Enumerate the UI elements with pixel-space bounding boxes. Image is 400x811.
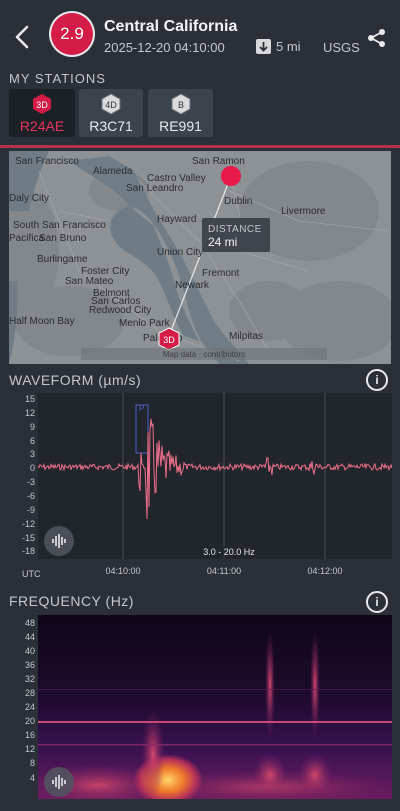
place-label: Daly City	[9, 193, 49, 204]
station-tab-re991[interactable]: B RE991	[148, 89, 213, 137]
magnitude-value: 2.9	[60, 24, 84, 43]
back-arrow-icon[interactable]	[12, 24, 34, 50]
place-label: Newark	[175, 280, 210, 291]
waveform-x-tick: 04:10:00	[105, 566, 141, 576]
waveform-chart: P 3.0 - 20.0 Hz	[37, 393, 393, 559]
frequency-y-tick: 36	[24, 660, 35, 670]
frequency-y-tick: 48	[24, 618, 35, 628]
place-label: Burlingame	[37, 254, 88, 265]
share-icon[interactable]	[367, 28, 387, 48]
place-label: Menlo Park	[119, 318, 171, 329]
place-label: Castro Valley	[147, 173, 206, 184]
waveform-y-tick: 15	[24, 394, 35, 404]
waveform-y-tick: -3	[26, 477, 35, 487]
depth-info: 5 mi	[256, 39, 301, 54]
frequency-y-tick: 16	[24, 730, 35, 740]
spectrogram-chart	[28, 615, 398, 807]
spectrogram-band	[38, 721, 392, 723]
place-label: Hayward	[157, 214, 196, 225]
spectrogram-band	[38, 744, 392, 746]
waveform-gridlines	[122, 393, 326, 559]
place-label: San Francisco	[15, 156, 79, 167]
place-label: Alameda	[93, 166, 133, 177]
place-label: Fremont	[202, 268, 239, 279]
depth-value: 5 mi	[276, 39, 301, 54]
map-attribution: Map data · contributors	[163, 350, 245, 359]
station-marker[interactable]: 3D	[158, 327, 180, 351]
epicenter-marker[interactable]	[221, 166, 241, 186]
waveform-trace	[37, 418, 393, 520]
frequency-y-tick: 12	[24, 744, 35, 754]
header: 2.9 Central California 2025-12-20 04:10:…	[0, 0, 400, 68]
place-label: Dublin	[224, 196, 252, 207]
frequency-y-tick: 4	[29, 773, 35, 783]
distance-label: DISTANCE	[208, 224, 262, 235]
waveform-y-tick: -6	[26, 491, 35, 501]
waveform-info-icon[interactable]: i	[366, 369, 388, 391]
station-tabs: 3D R24AE 4D R3C71 B RE991	[0, 89, 400, 148]
place-label: Livermore	[281, 206, 326, 217]
place-label: Redwood City	[89, 305, 151, 316]
station-code: R3C71	[89, 118, 133, 134]
frequency-y-tick: 28	[24, 688, 35, 698]
waveform-y-tick: 9	[29, 422, 35, 432]
waveform-y-tick: 12	[24, 408, 35, 418]
place-label: San Mateo	[65, 276, 114, 287]
station-code: R24AE	[19, 118, 65, 134]
source-label: USGS	[323, 40, 360, 55]
station-hexagon-icon: B	[171, 93, 190, 115]
waveform-y-tick: -9	[26, 505, 35, 515]
station-marker-badge: 3D	[163, 335, 175, 345]
place-label: Milpitas	[229, 331, 263, 342]
frequency-title: FREQUENCY (Hz)	[9, 593, 134, 609]
magnitude-badge: 2.9	[51, 13, 93, 55]
waveform-x-tick: 04:12:00	[307, 566, 343, 576]
place-label: San Leandro	[126, 183, 184, 194]
station-badge-b: B	[177, 100, 183, 110]
spectrogram-band	[38, 689, 392, 690]
frequency-info-icon[interactable]: i	[366, 591, 388, 613]
station-badge-3d: 3D	[36, 100, 48, 110]
waveform-y-tick: -15	[21, 533, 35, 543]
map-canvas: San Francisco Alameda San Ramon San Lean…	[9, 151, 391, 364]
frequency-y-tick: 20	[24, 716, 35, 726]
frequency-y-tick: 44	[24, 632, 35, 642]
waveform-y-tick: 3	[29, 449, 35, 459]
station-code: RE991	[159, 118, 202, 134]
station-hexagon-icon: 3D	[33, 94, 51, 114]
station-badge-4d: 4D	[105, 100, 117, 110]
distance-value: 24 mi	[208, 235, 237, 249]
filter-label: 3.0 - 20.0 Hz	[203, 547, 255, 557]
spectrogram-plot[interactable]	[28, 615, 398, 807]
frequency-y-tick: 8	[29, 758, 35, 768]
station-tab-r3c71[interactable]: 4D R3C71	[79, 89, 143, 137]
event-datetime: 2025-12-20 04:10:00	[104, 40, 225, 55]
station-hexagon-icon: 4D	[101, 93, 121, 115]
place-label: South San Francisco	[13, 220, 106, 231]
waveform-y-tick: -18	[21, 546, 35, 556]
station-tab-r24ae[interactable]: 3D R24AE	[9, 89, 75, 137]
place-label: San Bruno	[39, 233, 87, 244]
frequency-y-tick: 24	[24, 702, 35, 712]
frequency-y-tick: 32	[24, 674, 35, 684]
utc-label: UTC	[22, 569, 41, 579]
depth-arrow-icon	[256, 39, 271, 54]
p-wave-marker-label: P	[139, 404, 144, 413]
place-label: San Ramon	[192, 156, 245, 167]
event-title: Central California	[104, 18, 238, 35]
frequency-y-tick: 40	[24, 646, 35, 656]
map-view[interactable]: San Francisco Alameda San Ramon San Lean…	[9, 151, 391, 364]
my-stations-label: MY STATIONS	[9, 71, 106, 86]
place-label: Union City	[157, 247, 203, 258]
waveform-plot[interactable]: P 3.0 - 20.0 Hz	[37, 393, 393, 559]
waveform-x-tick: 04:11:00	[206, 566, 242, 576]
waveform-title: WAVEFORM (µm/s)	[9, 372, 142, 388]
waveform-y-tick: -12	[21, 519, 35, 529]
place-label: Half Moon Bay	[9, 316, 75, 327]
waveform-y-tick: 6	[29, 436, 35, 446]
waveform-y-tick: 0	[29, 463, 35, 473]
spectrogram-audio-icon[interactable]	[44, 767, 74, 797]
waveform-audio-icon[interactable]	[44, 526, 74, 556]
